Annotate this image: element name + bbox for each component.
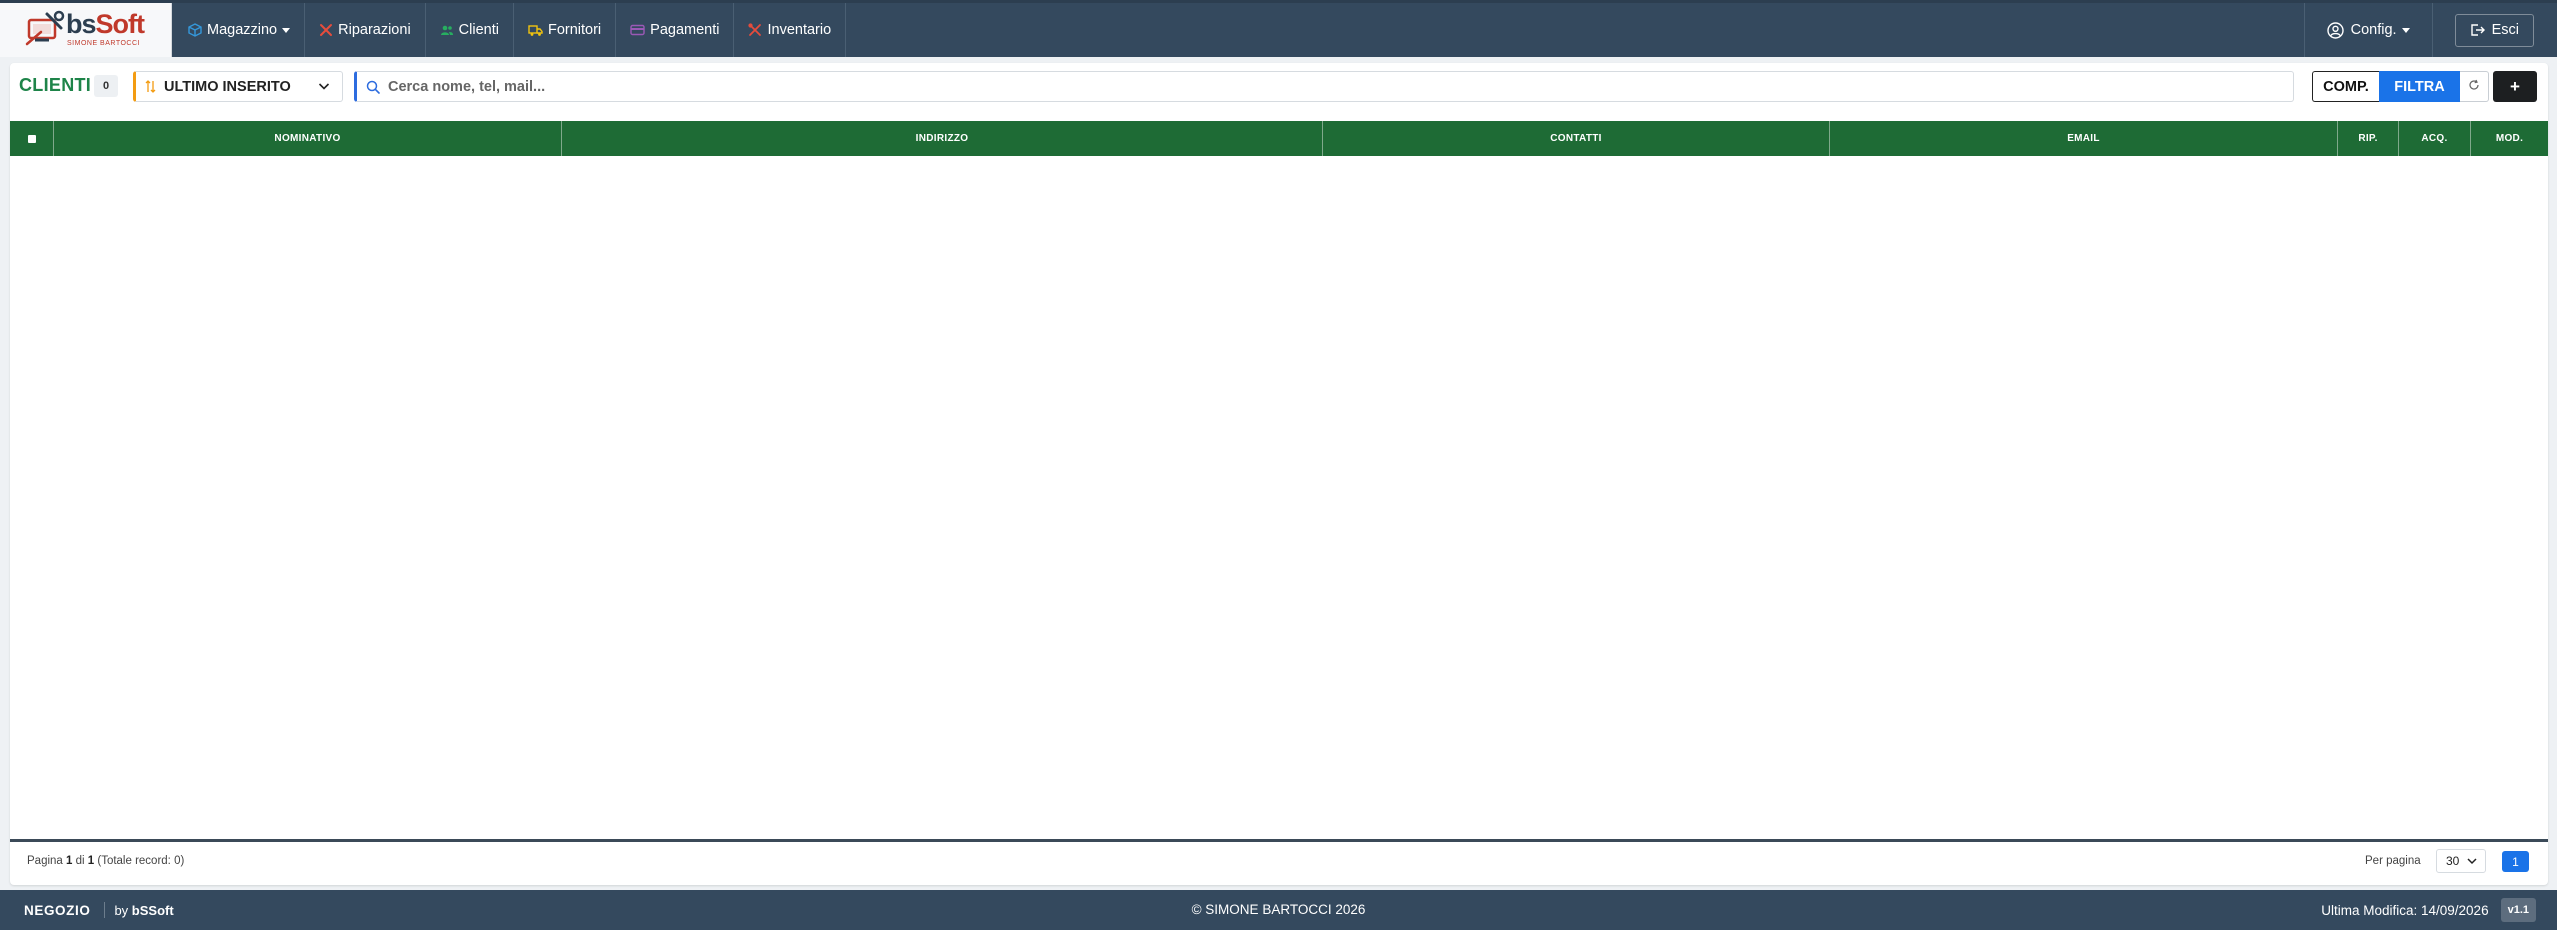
main-menu: Magazzino Riparazioni Clienti Fornitori	[174, 3, 847, 57]
column-header-indirizzo[interactable]: INDIRIZZO	[562, 121, 1323, 156]
last-modified: Ultima Modifica: 14/09/2026	[2321, 902, 2489, 918]
table-footer-divider	[10, 839, 2548, 842]
footer-right: Ultima Modifica: 14/09/2026 v1.1	[2321, 898, 2536, 922]
nav-item-fornitori[interactable]: Fornitori	[514, 3, 617, 57]
version-badge: v1.1	[2500, 898, 2536, 922]
search-icon	[366, 80, 380, 94]
column-header-nominativo[interactable]: NOMINATIVO	[54, 121, 562, 156]
column-header-acq[interactable]: ACQ.	[2399, 121, 2471, 156]
per-page-select[interactable]: 30	[2436, 849, 2486, 873]
nav-item-clienti[interactable]: Clienti	[426, 3, 514, 57]
page-button-1[interactable]: 1	[2502, 851, 2529, 872]
nav-label: Clienti	[458, 22, 499, 38]
search-input[interactable]	[386, 77, 2270, 96]
filter-button[interactable]: FILTRA	[2379, 71, 2460, 102]
refresh-icon	[2468, 78, 2480, 96]
nav-label: Magazzino	[207, 22, 278, 38]
toolbar: CLIENTI 0 ULTIMO INSERITO COMP. FILTRA	[10, 63, 2548, 111]
per-page-label: Per pagina	[2365, 855, 2421, 867]
column-header-email[interactable]: EMAIL	[1830, 121, 2338, 156]
table-header: NOMINATIVO INDIRIZZO CONTATTI EMAIL RIP.…	[10, 121, 2548, 156]
nav-right: Config. Esci	[2303, 3, 2557, 57]
column-header-mod[interactable]: MOD.	[2471, 121, 2548, 156]
search-box[interactable]	[354, 71, 2294, 102]
per-page-value: 30	[2446, 854, 2460, 868]
user-circle-icon	[2326, 21, 2344, 39]
card-icon	[630, 24, 645, 36]
sort-select[interactable]: ULTIMO INSERITO	[133, 71, 343, 102]
config-label: Config.	[2350, 22, 2397, 38]
cube-icon	[188, 23, 202, 37]
nav-item-inventario[interactable]: Inventario	[734, 3, 847, 57]
nav-item-riparazioni[interactable]: Riparazioni	[305, 3, 426, 57]
bottom-status-bar: NEGOZIO by bSSoft © SIMONE BARTOCCI 2026…	[0, 890, 2557, 930]
page-title: CLIENTI	[19, 75, 92, 95]
config-menu[interactable]: Config.	[2303, 3, 2433, 57]
nav-label: Pagamenti	[650, 22, 720, 38]
caret-down-icon	[2401, 27, 2410, 33]
logout-button[interactable]: Esci	[2454, 13, 2534, 47]
truck-icon	[528, 24, 543, 37]
nav-item-magazzino[interactable]: Magazzino	[174, 3, 306, 57]
wrench-cross-icon	[319, 23, 333, 37]
brand-name: bsSoft	[66, 9, 145, 39]
select-all-checkbox[interactable]	[27, 134, 36, 143]
pagination-info: Pagina 1 di 1 (Totale record: 0)	[27, 855, 185, 867]
count-badge: 0	[94, 75, 118, 97]
sort-arrows-icon	[145, 80, 156, 93]
nav-item-pagamenti[interactable]: Pagamenti	[616, 3, 735, 57]
brand-subtitle: SIMONE BARTOCCI	[67, 40, 140, 47]
reset-button[interactable]	[2460, 71, 2489, 102]
clients-panel: CLIENTI 0 ULTIMO INSERITO COMP. FILTRA	[10, 63, 2548, 885]
add-client-button[interactable]: +	[2493, 71, 2537, 102]
caret-down-icon	[282, 27, 291, 33]
tools-icon	[748, 23, 762, 37]
table-body	[10, 156, 2548, 903]
right-tools: COMP. FILTRA +	[2312, 71, 2537, 102]
brand-logo[interactable]: bsSoft SIMONE BARTOCCI	[0, 3, 172, 57]
users-icon	[440, 23, 454, 37]
footer-copyright: © SIMONE BARTOCCI 2026	[1191, 902, 1366, 917]
logout-label: Esci	[2491, 22, 2519, 38]
column-header-rip[interactable]: RIP.	[2338, 121, 2399, 156]
nav-label: Fornitori	[547, 22, 602, 38]
comp-button[interactable]: COMP.	[2312, 71, 2379, 102]
select-all-checkbox-cell[interactable]	[10, 121, 54, 156]
chevron-down-icon	[2467, 857, 2477, 865]
logout-icon	[2470, 23, 2485, 37]
nav-label: Inventario	[767, 22, 832, 38]
sort-label: ULTIMO INSERITO	[164, 78, 291, 95]
bssoft-logo-icon	[25, 10, 65, 46]
chevron-down-icon	[318, 81, 330, 91]
top-navbar: bsSoft SIMONE BARTOCCI Magazzino Riparaz…	[0, 0, 2557, 57]
column-header-contatti[interactable]: CONTATTI	[1323, 121, 1830, 156]
nav-label: Riparazioni	[338, 22, 411, 38]
